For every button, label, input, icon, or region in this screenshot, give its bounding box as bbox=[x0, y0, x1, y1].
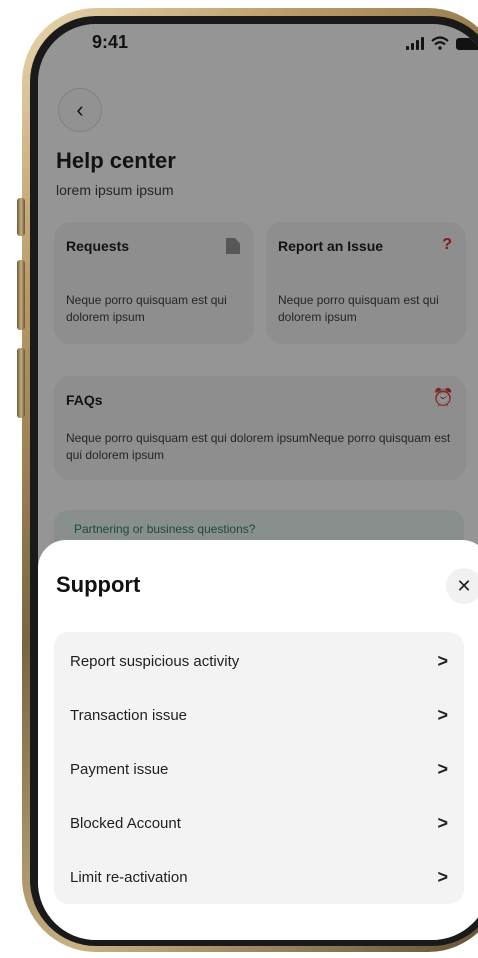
support-list: Report suspicious activity > Transaction… bbox=[54, 632, 464, 904]
close-button[interactable]: ✕ bbox=[446, 568, 478, 604]
chevron-right-icon: > bbox=[437, 866, 448, 887]
volume-down-button bbox=[17, 348, 25, 418]
volume-up-button bbox=[17, 260, 25, 330]
support-item-label: Report suspicious activity bbox=[70, 652, 240, 670]
chevron-right-icon: > bbox=[437, 704, 448, 725]
support-item-label: Limit re-activation bbox=[70, 868, 188, 886]
phone-mockup: 9:41 ‹ Help center lorem ipsum ipsum Req… bbox=[0, 0, 478, 958]
sheet-title: Support bbox=[56, 572, 141, 597]
chevron-right-icon: > bbox=[437, 650, 448, 671]
support-item-label: Payment issue bbox=[70, 760, 169, 778]
support-item-limit-reactivation[interactable]: Limit re-activation > bbox=[54, 850, 464, 904]
support-sheet: Support ✕ Report suspicious activity > T… bbox=[38, 540, 478, 940]
support-item-blocked-account[interactable]: Blocked Account > bbox=[54, 796, 464, 850]
close-icon: ✕ bbox=[456, 575, 472, 596]
chevron-right-icon: > bbox=[437, 812, 448, 833]
chevron-right-icon: > bbox=[437, 758, 448, 779]
mute-switch bbox=[17, 198, 25, 236]
support-item-payment-issue[interactable]: Payment issue > bbox=[54, 742, 464, 796]
support-item-label: Transaction issue bbox=[70, 706, 187, 724]
support-item-transaction-issue[interactable]: Transaction issue > bbox=[54, 688, 464, 742]
support-item-label: Blocked Account bbox=[70, 814, 181, 832]
support-item-report-suspicious-activity[interactable]: Report suspicious activity > bbox=[54, 634, 464, 688]
phone-screen: 9:41 ‹ Help center lorem ipsum ipsum Req… bbox=[38, 24, 478, 940]
